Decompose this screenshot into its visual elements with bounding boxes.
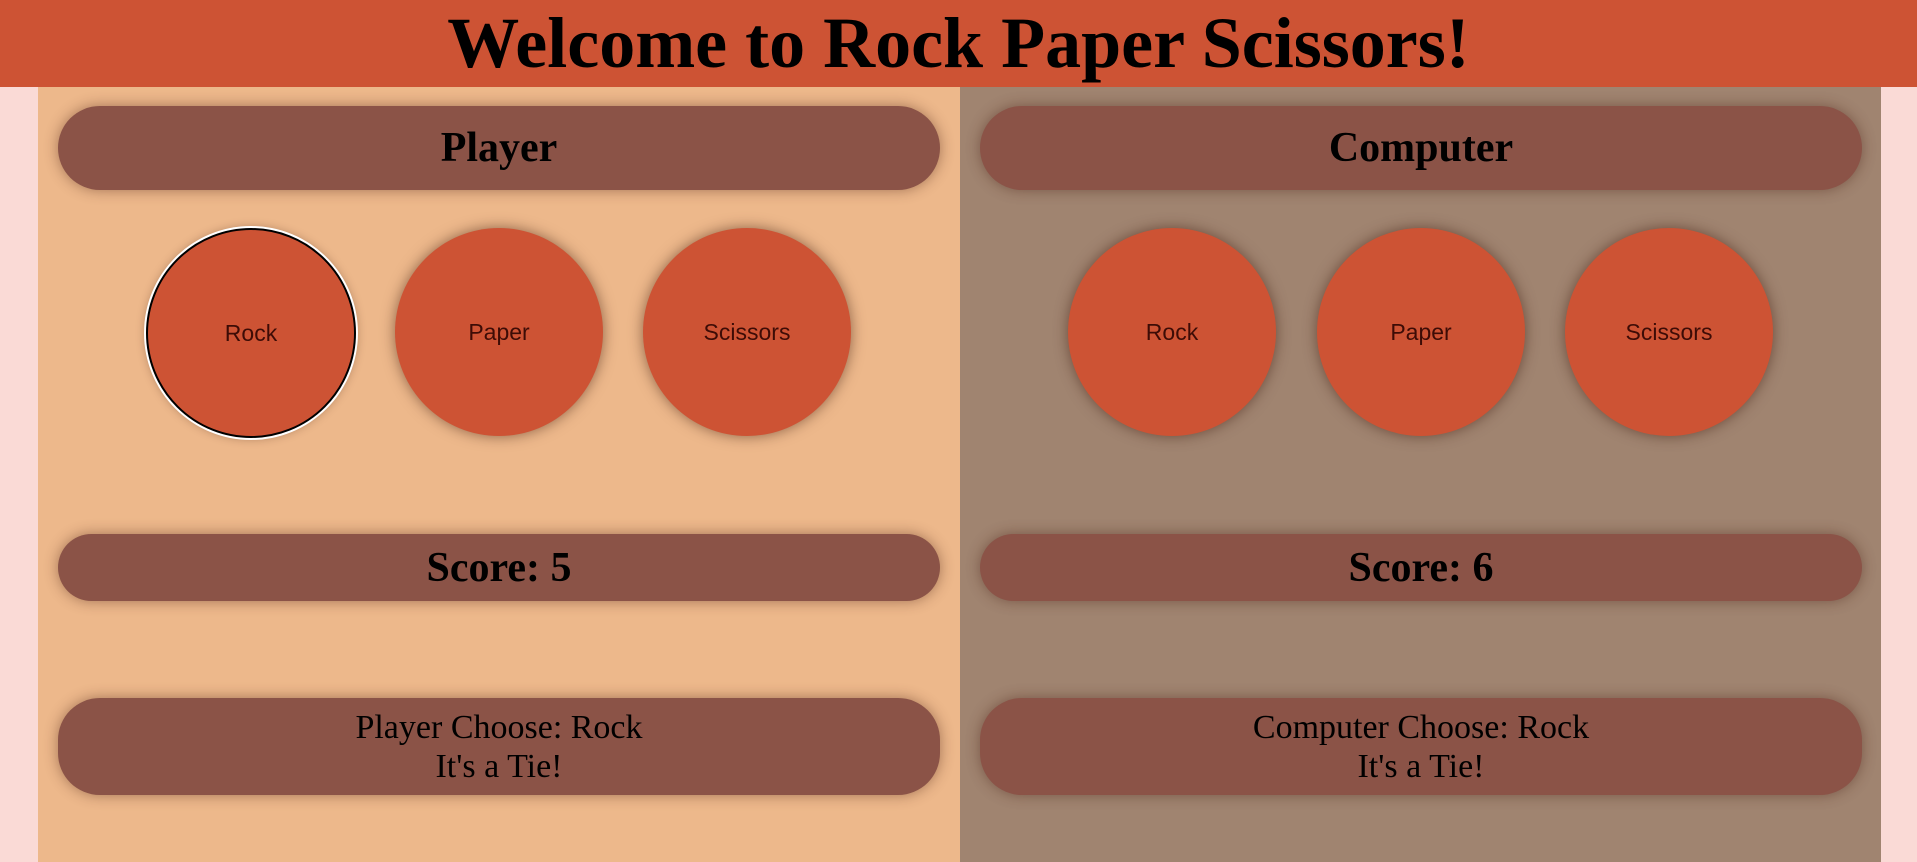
player-paper-button[interactable]: Paper bbox=[395, 228, 603, 436]
computer-score-bar: Score: 6 bbox=[980, 534, 1862, 601]
computer-rock-label: Rock bbox=[1145, 318, 1199, 345]
player-outcome-text: It's a Tie! bbox=[435, 747, 563, 785]
player-rock-button[interactable]: Rock bbox=[146, 228, 356, 438]
player-choice-text: Player Choose: Rock bbox=[355, 708, 643, 746]
computer-paper-label: Paper bbox=[1390, 318, 1452, 345]
player-scissors-button[interactable]: Scissors bbox=[643, 228, 851, 436]
computer-rock-button: Rock bbox=[1068, 228, 1276, 436]
computer-panel: Computer Rock Paper Scissors Score: 6 Co… bbox=[960, 87, 1881, 862]
player-panel: Player Rock Paper Scissors Score: 5 Play… bbox=[38, 87, 960, 862]
computer-result-bar: Computer Choose: Rock It's a Tie! bbox=[980, 698, 1862, 795]
computer-score: Score: 6 bbox=[1348, 544, 1494, 591]
player-scissors-label: Scissors bbox=[703, 318, 791, 345]
computer-paper-button: Paper bbox=[1317, 228, 1525, 436]
player-title: Player bbox=[440, 125, 558, 171]
player-choices: Rock Paper Scissors bbox=[38, 228, 960, 438]
computer-outcome-text: It's a Tie! bbox=[1357, 747, 1485, 785]
computer-scissors-button: Scissors bbox=[1565, 228, 1773, 436]
computer-choice-text: Computer Choose: Rock bbox=[1252, 708, 1590, 746]
page-title: Welcome to Rock Paper Scissors! bbox=[447, 3, 1470, 83]
player-result-bar: Player Choose: Rock It's a Tie! bbox=[58, 698, 940, 795]
computer-title: Computer bbox=[1328, 125, 1514, 171]
player-title-bar: Player bbox=[58, 106, 940, 190]
computer-choices: Rock Paper Scissors bbox=[960, 228, 1881, 438]
computer-scissors-label: Scissors bbox=[1625, 318, 1713, 345]
header-bar: Welcome to Rock Paper Scissors! bbox=[0, 0, 1917, 87]
player-score-bar: Score: 5 bbox=[58, 534, 940, 601]
player-paper-label: Paper bbox=[468, 318, 530, 345]
computer-title-bar: Computer bbox=[980, 106, 1862, 190]
player-score: Score: 5 bbox=[426, 544, 572, 591]
player-rock-label: Rock bbox=[224, 319, 278, 346]
